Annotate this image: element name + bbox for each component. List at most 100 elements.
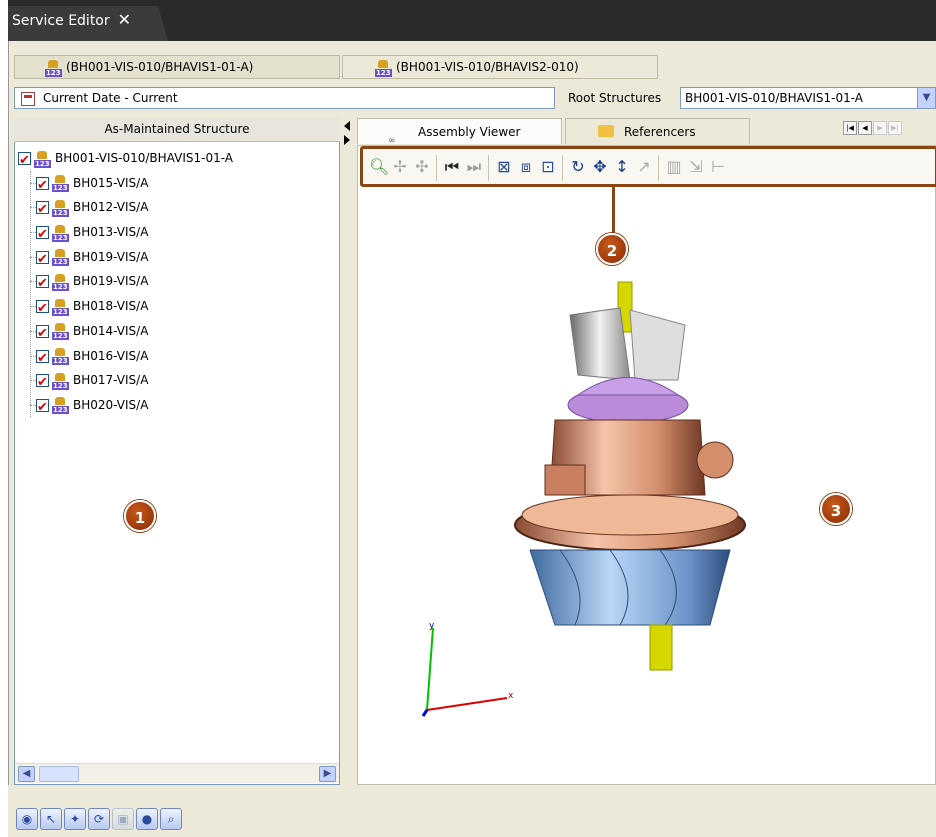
tab-label: Assembly Viewer xyxy=(418,125,521,139)
tree-item-label: BH020-VIS/A xyxy=(73,397,149,412)
axis-x-label: x xyxy=(508,691,514,701)
date-filter-value: Current Date - Current xyxy=(43,91,178,105)
tab-navigation: |◀ ◀ ▶ ▶| xyxy=(843,121,903,135)
refresh-icon[interactable]: ⟳ xyxy=(88,808,110,830)
tree-item-label: BH013-VIS/A xyxy=(73,225,149,240)
tree-item[interactable]: BH020-VIS/A xyxy=(30,393,336,420)
first-icon[interactable]: ⏮ xyxy=(443,158,461,176)
checkbox[interactable] xyxy=(36,347,49,371)
scroll-left-icon[interactable]: ◀ xyxy=(18,766,35,782)
structure-tree: BH001-VIS-010/BHAVIS1-01-A BH015-VIS/A B… xyxy=(18,146,336,420)
scroll-thumb[interactable] xyxy=(39,766,79,782)
root-structures-select[interactable]: BH001-VIS-010/BHAVIS1-01-A ▼ xyxy=(680,87,936,109)
checkbox[interactable] xyxy=(36,272,49,296)
tree-item-label: BH019-VIS/A xyxy=(73,274,149,289)
tree-item[interactable]: BH019-VIS/A xyxy=(30,269,336,296)
zoom-area-icon[interactable]: ⧈ xyxy=(517,158,535,176)
tree-root-label: BH001-VIS-010/BHAVIS1-01-A xyxy=(55,151,234,165)
filter-icon[interactable]: ✦ xyxy=(64,808,86,830)
calendar-icon xyxy=(21,91,35,106)
folder-icon xyxy=(598,125,614,137)
checkbox[interactable] xyxy=(36,223,49,247)
tree-item[interactable]: BH018-VIS/A xyxy=(30,294,336,321)
tree-item[interactable]: BH014-VIS/A xyxy=(30,319,336,346)
prev-tab-icon[interactable]: ◀ xyxy=(858,121,872,135)
callout-2: 2 xyxy=(596,233,628,265)
tab-assembly-viewer[interactable]: ∞ Assembly Viewer xyxy=(357,118,562,146)
doc-tab-label: (BH001-VIS-010/BHAVIS2-010) xyxy=(396,60,579,74)
checkbox[interactable] xyxy=(36,248,49,272)
navigate-icon[interactable]: ◉ xyxy=(16,808,38,830)
reset-icon[interactable]: ⊢ xyxy=(709,158,727,176)
tree-item[interactable]: BH016-VIS/A xyxy=(30,344,336,371)
snapshot-icon[interactable]: ▣ xyxy=(112,808,134,830)
checkbox[interactable] xyxy=(36,396,49,420)
part-icon xyxy=(52,199,69,217)
part-icon xyxy=(52,175,69,193)
first-tab-icon[interactable]: |◀ xyxy=(843,121,857,135)
editor-tab[interactable]: Service Editor ✕ xyxy=(8,6,168,41)
tree-item-label: BH014-VIS/A xyxy=(73,323,149,338)
color-icon[interactable]: ● xyxy=(136,808,158,830)
tree-item[interactable]: BH013-VIS/A xyxy=(30,220,336,247)
chevron-down-icon[interactable]: ▼ xyxy=(917,88,935,108)
tab-referencers[interactable]: Referencers xyxy=(565,118,750,144)
root-structures-label: Root Structures xyxy=(568,91,662,105)
tree-item[interactable]: BH017-VIS/A xyxy=(30,368,336,395)
doc-tab-2[interactable]: (BH001-VIS-010/BHAVIS2-010) xyxy=(342,55,658,79)
doc-tab-1[interactable]: (BH001-VIS-010/BHAVIS1-01-A) xyxy=(14,55,340,79)
checkbox[interactable] xyxy=(36,198,49,222)
pick-icon[interactable]: ✢ xyxy=(391,158,409,176)
date-filter-field[interactable]: Current Date - Current xyxy=(14,87,555,109)
last-tab-icon[interactable]: ▶| xyxy=(888,121,902,135)
turbo-model-3d[interactable] xyxy=(500,280,760,700)
tree-item-label: BH017-VIS/A xyxy=(73,373,149,388)
search-icon[interactable]: ⌕ xyxy=(160,808,182,830)
checkbox[interactable] xyxy=(36,297,49,321)
part-icon xyxy=(52,249,69,267)
axis-y-label: y xyxy=(429,621,435,631)
expand-right-icon[interactable] xyxy=(344,135,350,145)
horizontal-scrollbar[interactable]: ◀ ▶ xyxy=(15,763,339,783)
checkbox[interactable] xyxy=(36,322,49,346)
checkbox[interactable] xyxy=(36,371,49,395)
part-icon xyxy=(375,59,392,77)
measure-icon[interactable]: ↗ xyxy=(635,158,653,176)
close-icon[interactable]: ✕ xyxy=(118,10,131,29)
checkbox[interactable] xyxy=(18,149,31,173)
tree-item-label: BH018-VIS/A xyxy=(73,299,149,314)
disassemble-icon[interactable]: ⇲ xyxy=(687,158,705,176)
part-icon xyxy=(52,323,69,341)
tab-label: Referencers xyxy=(624,125,696,139)
part-icon xyxy=(52,224,69,242)
select-icon[interactable]: ↖ xyxy=(40,808,62,830)
tree-root[interactable]: BH001-VIS-010/BHAVIS1-01-A xyxy=(18,146,336,173)
tree-item[interactable]: BH015-VIS/A xyxy=(30,171,336,198)
tree-item[interactable]: BH012-VIS/A xyxy=(30,195,336,222)
last-icon[interactable]: ⏭ xyxy=(465,158,483,176)
pan-icon[interactable]: ✥ xyxy=(591,158,609,176)
tree-item-label: BH015-VIS/A xyxy=(73,175,149,190)
fit-icon[interactable]: ⊡ xyxy=(539,158,557,176)
zoom-icon[interactable]: 🔍︎ xyxy=(369,158,389,176)
structure-panel-header[interactable]: As-Maintained Structure xyxy=(14,117,340,142)
part-icon xyxy=(52,298,69,316)
fit-all-icon[interactable]: ⊠ xyxy=(495,158,513,176)
doc-tab-label: (BH001-VIS-010/BHAVIS1-01-A) xyxy=(66,60,254,74)
move-vertical-icon[interactable]: ↕ xyxy=(613,158,631,176)
pick-part-icon[interactable]: ✣ xyxy=(413,158,431,176)
part-icon xyxy=(52,397,69,415)
panel-splitter[interactable] xyxy=(341,117,355,785)
axis-triad: y x xyxy=(421,621,514,717)
scroll-right-icon[interactable]: ▶ xyxy=(319,766,336,782)
tree-item-label: BH012-VIS/A xyxy=(73,200,149,215)
root-structures-value: BH001-VIS-010/BHAVIS1-01-A xyxy=(685,91,864,105)
part-icon xyxy=(52,372,69,390)
next-tab-icon[interactable]: ▶ xyxy=(873,121,887,135)
rotate-icon[interactable]: ↻ xyxy=(569,158,587,176)
align-icon[interactable]: ▥ xyxy=(665,158,683,176)
part-icon xyxy=(52,348,69,365)
tree-item[interactable]: BH019-VIS/A xyxy=(30,245,336,272)
checkbox[interactable] xyxy=(36,174,49,198)
collapse-left-icon[interactable] xyxy=(344,121,350,131)
